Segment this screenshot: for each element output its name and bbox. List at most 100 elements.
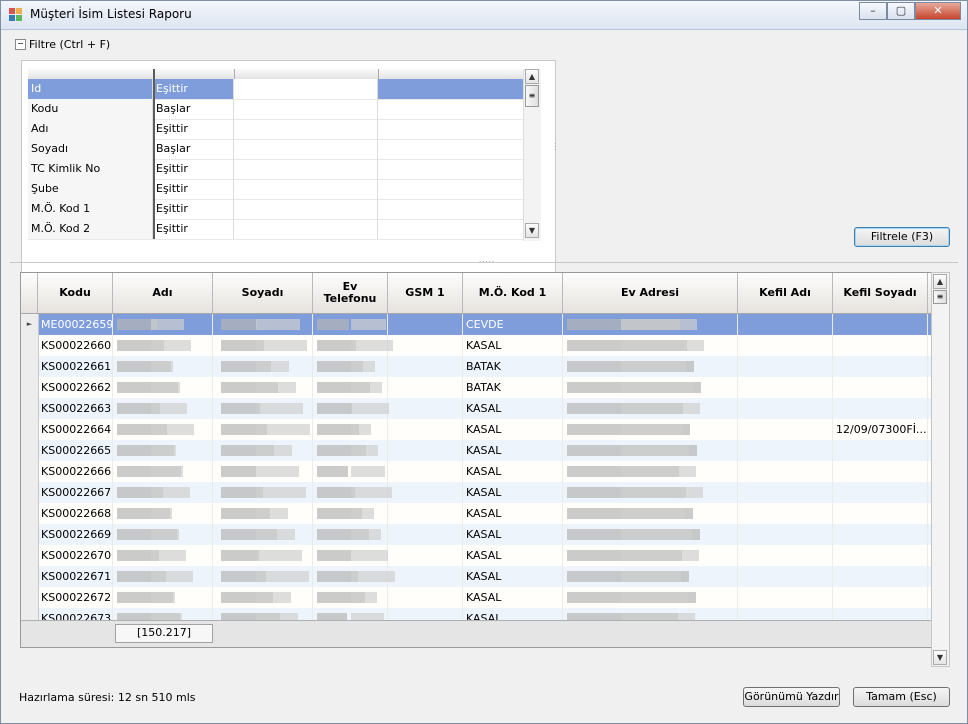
print-view-button[interactable]: Görünümü Yazdır <box>743 687 840 707</box>
col-header-kefil-adi[interactable]: Kefil Adı <box>738 273 833 313</box>
table-cell[interactable] <box>833 566 928 587</box>
table-cell[interactable] <box>738 377 833 398</box>
filter-extra-cell[interactable] <box>378 159 523 179</box>
table-cell[interactable] <box>738 503 833 524</box>
table-cell[interactable] <box>833 440 928 461</box>
col-header-gsm1[interactable]: GSM 1 <box>388 273 463 313</box>
table-cell[interactable] <box>738 482 833 503</box>
table-row[interactable]: KS00022666 KASAL <box>21 461 933 482</box>
table-cell[interactable] <box>738 356 833 377</box>
table-cell[interactable] <box>738 566 833 587</box>
filter-scrollbar[interactable]: ▲ ≡ ▼ <box>523 69 541 241</box>
scroll-thumb[interactable]: ≡ <box>525 85 539 107</box>
table-cell[interactable] <box>738 545 833 566</box>
table-cell[interactable] <box>388 335 463 356</box>
table-cell[interactable] <box>833 314 928 335</box>
table-cell[interactable]: KASAL <box>463 566 563 587</box>
table-cell[interactable]: KASAL <box>463 503 563 524</box>
table-cell[interactable] <box>738 419 833 440</box>
col-header-soyadi[interactable]: Soyadı <box>213 273 313 313</box>
collapse-toggle-icon[interactable]: − <box>15 39 26 50</box>
table-cell[interactable] <box>833 398 928 419</box>
filter-extra-cell[interactable] <box>378 219 523 239</box>
table-cell[interactable]: KS00022669 <box>38 524 113 545</box>
table-cell[interactable]: KS00022667 <box>38 482 113 503</box>
filter-operator[interactable]: Eşittir <box>153 199 234 219</box>
table-row[interactable]: KS00022665 KASAL <box>21 440 933 461</box>
table-cell[interactable] <box>833 503 928 524</box>
filter-row[interactable]: Soyadı Başlar <box>28 139 524 160</box>
table-cell[interactable]: KS00022660 <box>38 335 113 356</box>
filter-row[interactable]: Adı Eşittir <box>28 119 524 140</box>
filter-row[interactable]: Şube Eşittir <box>28 179 524 200</box>
table-cell[interactable]: KS00022661 <box>38 356 113 377</box>
table-cell[interactable]: KASAL <box>463 398 563 419</box>
table-cell[interactable]: KASAL <box>463 335 563 356</box>
table-cell[interactable]: KS00022672 <box>38 587 113 608</box>
col-header-kefil-soyadi[interactable]: Kefil Soyadı <box>833 273 928 313</box>
scroll-down-icon[interactable]: ▼ <box>525 223 539 238</box>
table-cell[interactable] <box>833 356 928 377</box>
table-cell[interactable] <box>833 377 928 398</box>
table-cell[interactable] <box>388 314 463 335</box>
grid-scroll-down-icon[interactable]: ▼ <box>933 650 947 665</box>
table-cell[interactable]: KS00022665 <box>38 440 113 461</box>
table-cell[interactable]: KS00022663 <box>38 398 113 419</box>
table-row[interactable]: KS00022668 KASAL <box>21 503 933 524</box>
table-cell[interactable] <box>833 335 928 356</box>
minimize-button[interactable]: – <box>859 2 887 20</box>
table-row[interactable]: KS00022672 KASAL <box>21 587 933 608</box>
filter-value-input[interactable] <box>234 159 378 179</box>
table-cell[interactable]: KASAL <box>463 524 563 545</box>
table-cell[interactable] <box>738 440 833 461</box>
filter-operator[interactable]: Eşittir <box>153 159 234 179</box>
filter-value-input[interactable] <box>234 119 378 139</box>
table-row[interactable]: KS00022664 KASAL 12/09/07300Fİ... <box>21 419 933 440</box>
table-cell[interactable]: BATAK <box>463 356 563 377</box>
filter-row[interactable]: Kodu Başlar <box>28 99 524 120</box>
table-cell[interactable] <box>738 524 833 545</box>
table-cell[interactable]: ME00022659 <box>38 314 113 335</box>
table-cell[interactable] <box>388 440 463 461</box>
filter-extra-cell[interactable] <box>378 179 523 199</box>
col-header-mo-kod1[interactable]: M.Ö. Kod 1 <box>463 273 563 313</box>
filter-operator[interactable]: Başlar <box>153 139 234 159</box>
table-cell[interactable]: KASAL <box>463 461 563 482</box>
table-row[interactable]: KS00022671 KASAL <box>21 566 933 587</box>
col-header-ev-telefonu[interactable]: Ev Telefonu <box>313 273 388 313</box>
table-row[interactable]: KS00022667 KASAL <box>21 482 933 503</box>
table-cell[interactable] <box>388 419 463 440</box>
grid-scroll-thumb[interactable]: ≡ <box>933 290 947 304</box>
table-row[interactable]: KS00022662 BATAK <box>21 377 933 398</box>
table-cell[interactable]: KS00022666 <box>38 461 113 482</box>
filter-value-input[interactable] <box>234 179 378 199</box>
col-header-kodu[interactable]: Kodu <box>38 273 113 313</box>
filter-operator[interactable]: Başlar <box>153 99 234 119</box>
filter-value-input[interactable] <box>234 219 378 239</box>
close-button[interactable]: ✕ <box>915 2 961 20</box>
filter-value-input[interactable] <box>234 99 378 119</box>
table-cell[interactable] <box>738 335 833 356</box>
filter-row[interactable]: TC Kimlik No Eşittir <box>28 159 524 180</box>
maximize-button[interactable]: ▢ <box>887 2 915 20</box>
table-cell[interactable] <box>388 482 463 503</box>
table-row[interactable]: KS00022663 KASAL <box>21 398 933 419</box>
table-cell[interactable] <box>388 587 463 608</box>
table-cell[interactable] <box>833 482 928 503</box>
filter-operator[interactable]: Eşittir <box>153 219 234 239</box>
filter-extra-cell[interactable] <box>378 139 523 159</box>
filter-extra-cell[interactable] <box>378 79 523 99</box>
table-cell[interactable]: KASAL <box>463 419 563 440</box>
table-cell[interactable]: KS00022670 <box>38 545 113 566</box>
table-cell[interactable] <box>388 566 463 587</box>
table-cell[interactable] <box>388 377 463 398</box>
filter-operator[interactable]: Eşittir <box>153 119 234 139</box>
filter-row[interactable]: Id Eşittir <box>28 79 524 100</box>
filter-value-input[interactable] <box>234 139 378 159</box>
table-cell[interactable] <box>738 587 833 608</box>
table-cell[interactable]: CEVDE <box>463 314 563 335</box>
grid-scrollbar[interactable]: ▲ ≡ ▼ <box>931 272 950 667</box>
table-cell[interactable]: KS00022668 <box>38 503 113 524</box>
table-row[interactable]: KS00022669 KASAL <box>21 524 933 545</box>
table-cell[interactable]: KASAL <box>463 545 563 566</box>
